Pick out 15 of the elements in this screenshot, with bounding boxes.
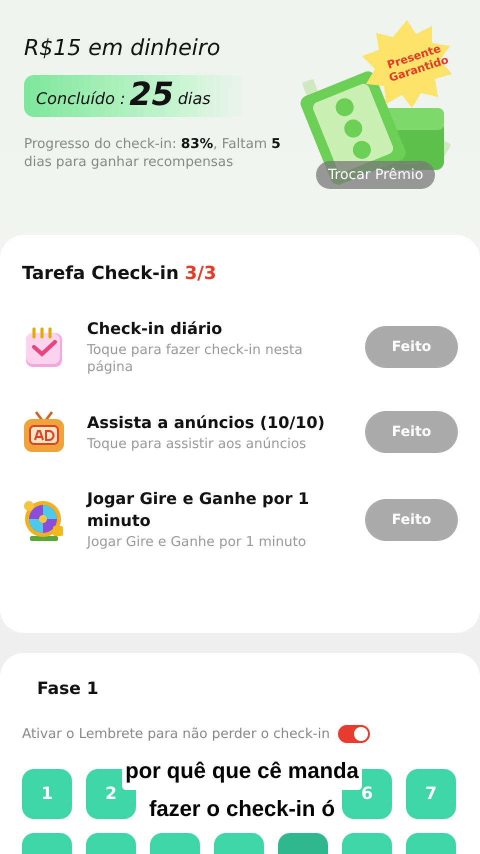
task-title: Check-in diário [87, 318, 224, 340]
task-title: Jogar Gire e Ganhe por 1 minuto [87, 488, 310, 532]
task-description: Toque para fazer check-in nesta página [87, 342, 304, 376]
progress-text: Progresso do check-in: 83%, Faltam 5 dias para ganhar recompensas [24, 135, 282, 171]
task-title: Assista a anúncios (10/10) [87, 412, 326, 434]
completed-value: 25 [129, 75, 174, 113]
completed-unit: dias [178, 88, 211, 108]
task-count: 3/3 [184, 263, 216, 284]
task-description: Toque para assistir aos anúncios [87, 436, 308, 452]
reward-title: R$15 em dinheiro [24, 36, 222, 61]
phase-title: Fase 1 [37, 679, 100, 699]
reminder-label: Ativar o Lembrete para não perder o check-in [22, 726, 330, 742]
completed-label: Concluído : [36, 88, 126, 108]
task-description: Jogar Gire e Ganhe por 1 minuto [87, 534, 308, 551]
task-card-title: Tarefa Check-in [22, 263, 179, 284]
